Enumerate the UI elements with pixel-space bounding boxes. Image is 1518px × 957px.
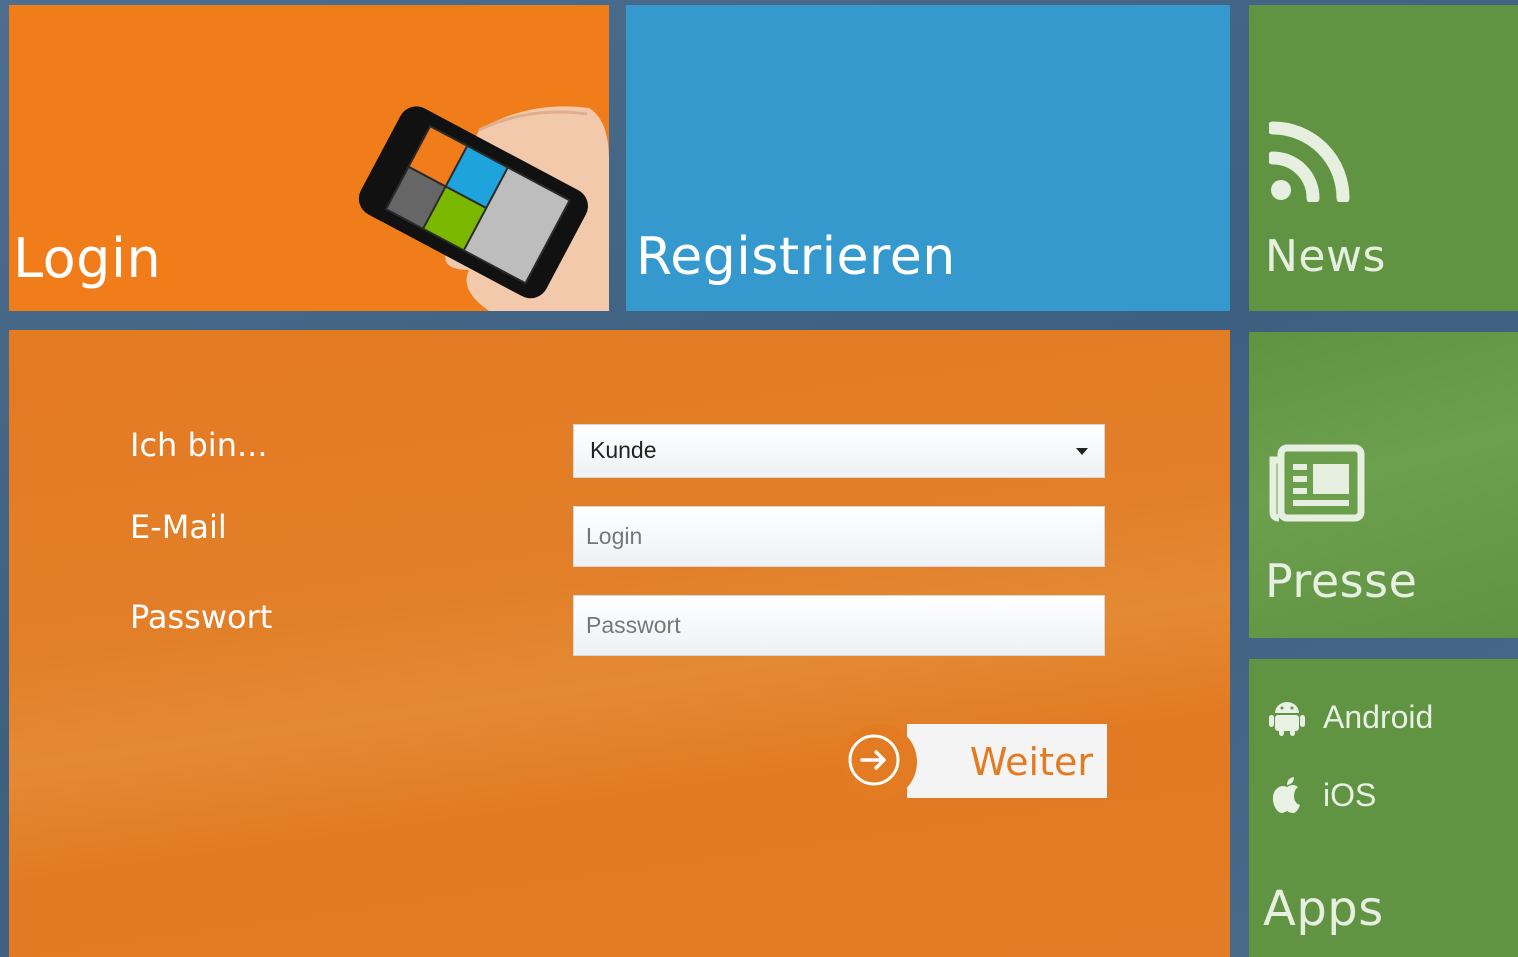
password-label: Passwort — [130, 598, 273, 636]
android-icon — [1269, 702, 1305, 736]
chevron-down-icon — [1076, 448, 1088, 455]
login-form-panel: Ich bin... E-Mail Passwort Kunde Weiter — [9, 330, 1230, 957]
android-app-link[interactable]: Android — [1267, 697, 1433, 737]
login-tile-title: Login — [13, 227, 162, 290]
register-tile[interactable]: Registrieren — [626, 5, 1230, 311]
login-tile[interactable]: Login — [9, 5, 609, 311]
newspaper-icon — [1269, 444, 1365, 522]
news-tile-title: News — [1265, 231, 1386, 282]
presse-tile[interactable]: Presse — [1249, 332, 1518, 638]
role-select-value: Kunde — [590, 437, 657, 463]
phone-in-hand-image — [358, 106, 609, 311]
presse-tile-title: Presse — [1265, 554, 1418, 608]
android-app-label: Android — [1323, 698, 1434, 735]
apps-tile[interactable]: Android iOS Apps — [1249, 659, 1518, 957]
email-field[interactable] — [573, 506, 1105, 567]
role-label: Ich bin... — [130, 426, 268, 464]
role-select[interactable]: Kunde — [573, 424, 1105, 478]
ios-app-label: iOS — [1323, 776, 1377, 813]
email-label: E-Mail — [130, 508, 227, 546]
arrow-right-icon — [848, 734, 900, 786]
register-tile-title: Registrieren — [636, 227, 956, 287]
ios-app-link[interactable]: iOS — [1267, 775, 1376, 815]
news-tile[interactable]: News — [1249, 5, 1518, 311]
password-field[interactable] — [573, 595, 1105, 656]
submit-button-label: Weiter — [969, 740, 1093, 784]
apple-icon — [1272, 777, 1300, 813]
rss-icon — [1269, 121, 1350, 202]
apps-tile-title: Apps — [1263, 881, 1384, 937]
submit-button[interactable]: Weiter — [841, 724, 1107, 800]
